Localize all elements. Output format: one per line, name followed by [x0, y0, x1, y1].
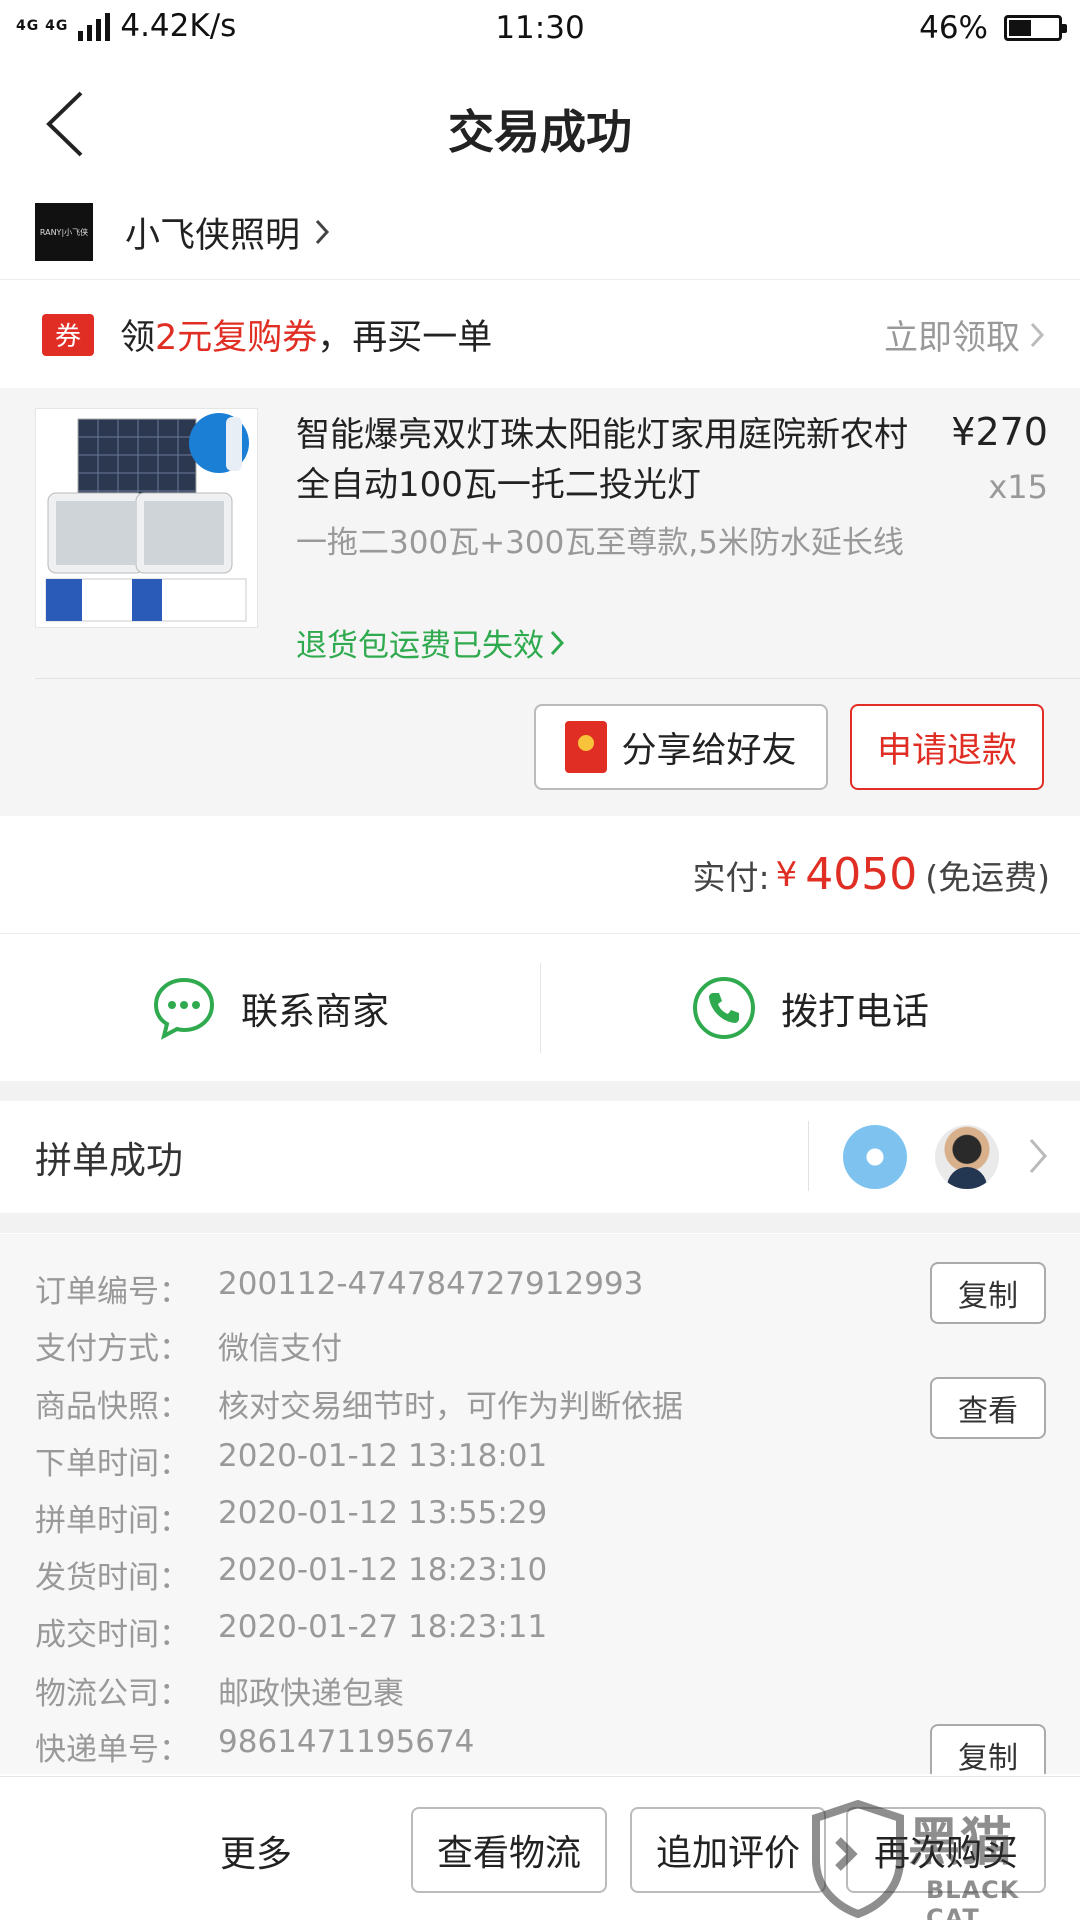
order-time: 2020-01-12 13:18:01 — [218, 1438, 548, 1474]
status-bar: 4G 4G 4.42K/s 11:30 46% — [0, 0, 1080, 56]
order-details: 订单编号： 200112-474784727912993 复制 支付方式： 微信… — [0, 1234, 1080, 1774]
coupon-suffix: ，再买一单 — [317, 318, 493, 358]
view-snapshot-button[interactable]: 查看 — [930, 1377, 1046, 1439]
deal-time-row: 成交时间： 2020-01-27 18:23:11 — [35, 1609, 547, 1654]
coupon-prefix: 领 — [120, 318, 156, 358]
group-status-label: 拼单成功 — [35, 1139, 183, 1182]
order-number: 200112-474784727912993 — [218, 1266, 644, 1302]
currency-symbol: ¥ — [775, 854, 798, 895]
detail-key: 下单时间： — [35, 1446, 190, 1482]
avatar — [843, 1125, 907, 1189]
share-button[interactable]: 分享给好友 — [534, 704, 828, 790]
detail-key: 商品快照： — [35, 1389, 190, 1425]
snapshot-row: 商品快照： 核对交易细节时，可作为判断依据 — [35, 1381, 683, 1426]
contact-merchant-label: 联系商家 — [241, 990, 389, 1033]
shipping-note: (免运费) — [925, 857, 1050, 897]
add-review-button[interactable]: 追加评价 — [630, 1807, 826, 1893]
product-quantity: x15 — [988, 468, 1048, 506]
contact-merchant-button[interactable]: 联系商家 — [0, 935, 540, 1081]
tracking-number-row: 快递单号： 9861471195674 — [35, 1724, 474, 1769]
status-right: 46% — [919, 10, 1067, 46]
product-spec: 一拖二300瓦+300瓦至尊款,5米防水延长线 — [296, 525, 904, 561]
call-phone-button[interactable]: 拨打电话 — [540, 935, 1080, 1081]
chat-icon — [153, 977, 215, 1040]
claim-coupon-label: 立即领取 — [884, 318, 1020, 358]
product-price: ¥270 — [951, 410, 1048, 454]
payment-method-row: 支付方式： 微信支付 — [35, 1323, 342, 1368]
ship-time: 2020-01-12 18:23:10 — [218, 1552, 548, 1588]
chevron-right-icon — [1029, 1139, 1047, 1173]
detail-key: 拼单时间： — [35, 1503, 190, 1539]
phone-icon — [693, 977, 755, 1039]
divider — [35, 678, 1080, 679]
coupon-icon: 券 — [42, 313, 94, 356]
red-packet-icon — [565, 721, 608, 773]
paid-amount: 4050 — [805, 849, 918, 900]
group-time-row: 拼单时间： 2020-01-12 13:55:29 — [35, 1495, 547, 1540]
detail-key: 成交时间： — [35, 1617, 190, 1653]
shop-logo: RANY|小飞侠 — [35, 203, 93, 261]
logistics-company-row: 物流公司： 邮政快递包裹 — [35, 1668, 404, 1713]
more-button[interactable]: 更多 — [220, 1825, 292, 1877]
contact-row: 联系商家 拨打电话 — [0, 935, 1080, 1081]
coupon-text: 领2元复购券，再买一单 — [120, 309, 492, 360]
call-phone-label: 拨打电话 — [781, 990, 929, 1033]
shop-name: 小飞侠照明 — [125, 215, 301, 256]
paid-label: 实付: — [692, 857, 770, 897]
payment-summary: 实付: ¥ 4050 (免运费) — [0, 816, 1080, 934]
clock: 11:30 — [495, 10, 585, 46]
coupon-highlight: 2元复购券 — [155, 318, 318, 358]
shield-icon — [812, 1800, 904, 1918]
product-card[interactable]: 智能爆亮双灯珠太阳能灯家用庭院新农村全自动100瓦一托二投光灯 ¥270 x15… — [0, 388, 1080, 816]
group-buy-row[interactable]: 拼单成功 — [0, 1101, 1080, 1213]
return-shipping-notice[interactable]: 退货包运费已失效 — [296, 620, 564, 665]
detail-key: 订单编号： — [35, 1274, 190, 1310]
battery-percent: 46% — [919, 10, 988, 46]
watermark-cn: 黑猫 — [908, 1813, 1013, 1873]
product-title: 智能爆亮双灯珠太阳能灯家用庭院新农村全自动100瓦一托二投光灯 — [296, 415, 908, 505]
detail-key: 支付方式： — [35, 1331, 190, 1367]
order-time-row: 下单时间： 2020-01-12 13:18:01 — [35, 1438, 547, 1483]
chevron-right-icon — [550, 630, 564, 655]
deal-time: 2020-01-27 18:23:11 — [218, 1609, 548, 1645]
order-number-row: 订单编号： 200112-474784727912993 — [35, 1266, 643, 1311]
shop-row[interactable]: RANY|小飞侠 小飞侠照明 — [0, 185, 1080, 280]
share-label: 分享给好友 — [621, 730, 797, 771]
detail-key: 发货时间： — [35, 1560, 190, 1596]
claim-coupon-link[interactable]: 立即领取 — [884, 282, 1044, 387]
divider — [540, 963, 541, 1053]
refund-label: 申请退款 — [876, 730, 1017, 771]
battery-fill — [1009, 20, 1032, 36]
solar-lamp-image — [45, 413, 249, 622]
ship-time-row: 发货时间： 2020-01-12 18:23:10 — [35, 1552, 547, 1597]
payment-method: 微信支付 — [218, 1331, 342, 1367]
return-shipping-label: 退货包运费已失效 — [296, 628, 544, 664]
chevron-right-icon — [315, 219, 330, 245]
copy-order-number-button[interactable]: 复制 — [930, 1262, 1046, 1324]
watermark-logo: 黑猫 BLACK CAT — [808, 1800, 1080, 1920]
logistics-company: 邮政快递包裹 — [218, 1676, 404, 1712]
detail-key: 物流公司： — [35, 1676, 190, 1712]
shop-logo-text: RANY|小飞侠 — [39, 227, 89, 237]
refund-button[interactable]: 申请退款 — [850, 704, 1044, 790]
nav-bar: 交易成功 — [0, 70, 1080, 180]
detail-key: 快递单号： — [35, 1732, 190, 1768]
copy-tracking-number-button[interactable]: 复制 — [930, 1724, 1046, 1774]
section-gap — [0, 1213, 1080, 1233]
avatar — [935, 1125, 999, 1189]
coupon-row: 券 领2元复购券，再买一单 立即领取 — [0, 282, 1080, 387]
tracking-number: 9861471195674 — [218, 1724, 475, 1760]
divider — [808, 1121, 809, 1191]
snapshot-note: 核对交易细节时，可作为判断依据 — [218, 1389, 683, 1425]
view-logistics-button[interactable]: 查看物流 — [411, 1807, 607, 1893]
watermark-en: BLACK CAT — [926, 1876, 1020, 1920]
page-title: 交易成功 — [448, 105, 632, 159]
chevron-right-icon — [1030, 322, 1044, 347]
group-time: 2020-01-12 13:55:29 — [218, 1495, 548, 1531]
battery-icon — [1004, 15, 1067, 41]
section-gap — [0, 1081, 1080, 1101]
product-image[interactable] — [35, 408, 258, 628]
